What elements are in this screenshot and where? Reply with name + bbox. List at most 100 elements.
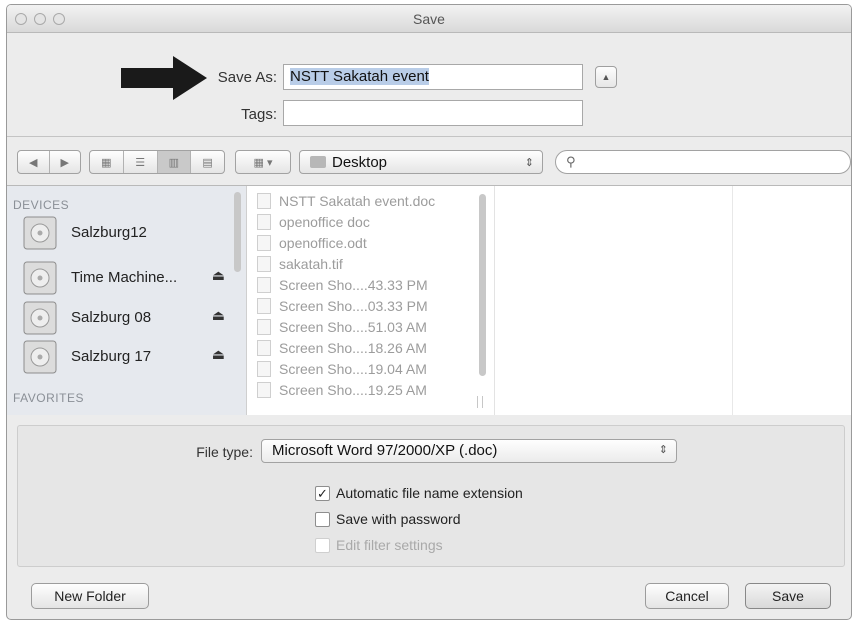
- window-title: Save: [413, 11, 445, 27]
- arrange-button[interactable]: ▦ ▾: [235, 150, 291, 174]
- back-arrow-icon: ◀: [29, 156, 38, 169]
- device-name: Time Machine...: [71, 269, 178, 286]
- device-name: Salzburg12: [71, 224, 147, 241]
- file-name: Screen Sho....51.03 AM: [279, 318, 427, 335]
- back-forward-control: ◀ ▶: [17, 150, 81, 174]
- icon-view-icon: ▦: [101, 156, 112, 169]
- edit-filter-settings-checkbox: Edit filter settings: [315, 537, 443, 553]
- column-view-button[interactable]: ▥: [157, 151, 192, 173]
- checkbox-box: [315, 511, 330, 527]
- image-file-icon: [257, 255, 271, 272]
- sidebar-item-device[interactable]: Time Machine... ⏏: [23, 261, 231, 295]
- hard-drive-icon: [23, 340, 57, 374]
- devices-heading: DEVICES: [13, 198, 70, 212]
- divider: [7, 136, 851, 137]
- list-item[interactable]: NSTT Sakatah event.doc: [257, 190, 435, 211]
- eject-icon[interactable]: ⏏: [212, 346, 225, 363]
- checkmark-icon: ✓: [315, 485, 330, 501]
- list-item[interactable]: Screen Sho....03.33 PM: [257, 295, 428, 316]
- column-resize-handle[interactable]: [477, 396, 483, 408]
- annotation-arrow-icon: [121, 56, 207, 100]
- new-folder-button[interactable]: New Folder: [31, 583, 149, 609]
- forward-button[interactable]: ▶: [50, 151, 81, 173]
- list-item[interactable]: Screen Sho....51.03 AM: [257, 316, 427, 337]
- file-browser: DEVICES Salzburg12 Time Machine... ⏏ Sal…: [7, 185, 851, 415]
- save-as-value: NSTT Sakatah event: [290, 68, 429, 85]
- hard-drive-icon: [23, 301, 57, 335]
- folder-icon: [310, 156, 326, 168]
- expand-collapse-button[interactable]: ▲: [595, 66, 617, 88]
- file-type-value: Microsoft Word 97/2000/XP (.doc): [272, 442, 498, 459]
- list-item[interactable]: Screen Sho....18.26 AM: [257, 337, 427, 358]
- file-type-popup[interactable]: Microsoft Word 97/2000/XP (.doc) ⇕: [261, 439, 677, 463]
- triangle-up-icon: ▲: [601, 72, 611, 82]
- checkbox-label: Automatic file name extension: [336, 485, 523, 501]
- arrange-icon: ▦ ▾: [253, 156, 273, 169]
- view-mode-control: ▦ ☰ ▥ ▤: [89, 150, 225, 174]
- list-item[interactable]: openoffice doc: [257, 211, 370, 232]
- location-value: Desktop: [332, 153, 388, 171]
- file-type-label: File type:: [196, 444, 253, 460]
- title-bar: Save: [7, 5, 851, 33]
- icon-view-button[interactable]: ▦: [90, 151, 124, 173]
- file-column: NSTT Sakatah event.doc openoffice doc op…: [247, 186, 495, 415]
- eject-icon[interactable]: ⏏: [212, 307, 225, 324]
- favorites-heading: FAVORITES: [13, 391, 84, 405]
- coverflow-view-icon: ▤: [202, 156, 213, 169]
- popup-chevron-icon: ⇕: [524, 156, 534, 169]
- image-file-icon: [257, 318, 271, 335]
- file-name: sakatah.tif: [279, 255, 343, 272]
- hard-drive-icon: [23, 216, 57, 250]
- sidebar-item-device[interactable]: Salzburg12: [23, 216, 231, 250]
- file-name: openoffice.odt: [279, 234, 367, 251]
- sidebar-item-device[interactable]: Salzburg 17 ⏏: [23, 340, 231, 374]
- file-name: openoffice doc: [279, 213, 370, 230]
- list-item[interactable]: openoffice.odt: [257, 232, 367, 253]
- file-name: Screen Sho....19.04 AM: [279, 360, 427, 377]
- list-item[interactable]: Screen Sho....19.04 AM: [257, 358, 427, 379]
- image-file-icon: [257, 276, 271, 293]
- back-button[interactable]: ◀: [18, 151, 50, 173]
- search-icon: ⚲: [566, 154, 576, 169]
- image-file-icon: [257, 360, 271, 377]
- document-icon: [257, 213, 271, 230]
- list-item[interactable]: Screen Sho....43.33 PM: [257, 274, 428, 295]
- hard-drive-icon: [23, 261, 57, 295]
- forward-arrow-icon: ▶: [60, 156, 69, 169]
- tags-field[interactable]: [283, 100, 583, 126]
- save-dialog: Save Save As: NSTT Sakatah event ▲ Tags:…: [6, 4, 852, 620]
- location-popup[interactable]: Desktop ⇕: [299, 150, 543, 174]
- save-button[interactable]: Save: [745, 583, 831, 609]
- file-name: Screen Sho....18.26 AM: [279, 339, 427, 356]
- list-item[interactable]: Screen Sho....19.25 AM: [257, 379, 427, 400]
- document-icon: [257, 234, 271, 251]
- sidebar-scrollbar[interactable]: [234, 192, 241, 272]
- document-icon: [257, 192, 271, 209]
- device-name: Salzburg 08: [71, 309, 152, 326]
- search-field[interactable]: ⚲: [555, 150, 851, 174]
- automatic-extension-checkbox[interactable]: ✓ Automatic file name extension: [315, 485, 523, 501]
- checkbox-label: Save with password: [336, 511, 461, 527]
- checkbox-box: [315, 537, 330, 553]
- file-name: NSTT Sakatah event.doc: [279, 192, 436, 209]
- sidebar: DEVICES Salzburg12 Time Machine... ⏏ Sal…: [7, 186, 247, 415]
- image-file-icon: [257, 381, 271, 398]
- device-name: Salzburg 17: [71, 348, 152, 365]
- image-file-icon: [257, 339, 271, 356]
- coverflow-view-button[interactable]: ▤: [191, 151, 224, 173]
- save-as-field[interactable]: NSTT Sakatah event: [283, 64, 583, 90]
- save-with-password-checkbox[interactable]: Save with password: [315, 511, 461, 527]
- save-as-label: Save As:: [217, 69, 277, 86]
- list-view-button[interactable]: ☰: [124, 151, 158, 173]
- file-name: Screen Sho....43.33 PM: [279, 276, 428, 293]
- file-name: Screen Sho....03.33 PM: [279, 297, 428, 314]
- list-item[interactable]: sakatah.tif: [257, 253, 343, 274]
- popup-chevron-icon: ⇕: [658, 444, 668, 456]
- cancel-button[interactable]: Cancel: [645, 583, 729, 609]
- image-file-icon: [257, 297, 271, 314]
- sidebar-item-device[interactable]: Salzburg 08 ⏏: [23, 301, 231, 335]
- file-name: Screen Sho....19.25 AM: [279, 381, 427, 398]
- tags-label: Tags:: [241, 106, 277, 123]
- file-column-scrollbar[interactable]: [479, 194, 486, 376]
- eject-icon[interactable]: ⏏: [212, 267, 225, 284]
